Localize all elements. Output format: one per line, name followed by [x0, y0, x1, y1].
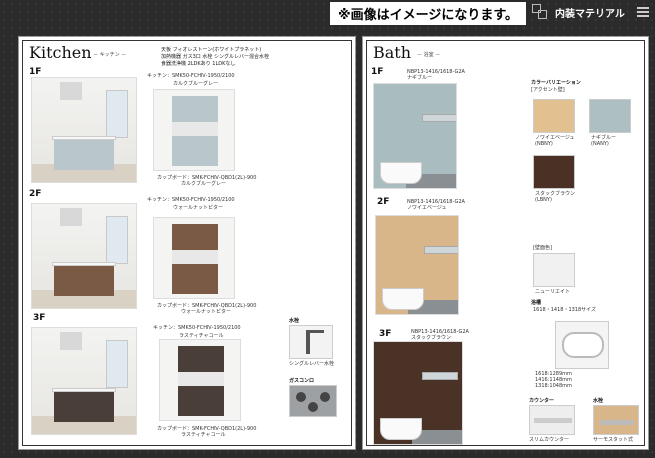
- kitchen-color: ウォールナットピター: [173, 205, 224, 211]
- stove-heading: ガスコンロ: [289, 378, 315, 384]
- bath-faucet-heading: 水栓: [593, 398, 604, 404]
- bath-faucet-caption: サーモスタット式: [593, 437, 634, 443]
- bath-floor-label: 3F: [379, 329, 392, 339]
- menu-icon[interactable]: [637, 7, 649, 19]
- kitchen-photo-1f: [31, 77, 137, 183]
- counter-photo: [529, 405, 575, 435]
- kitchen-title: Kitchen: [29, 43, 92, 62]
- cupboard-photo-1f: [153, 89, 235, 171]
- section-title: 内装マテリアル: [555, 9, 625, 20]
- bath-floor-label: 1F: [371, 67, 384, 77]
- top-bar: ※画像はイメージになります。 内装マテリアル: [0, 0, 655, 28]
- tub-heading: 浴槽: [531, 300, 542, 306]
- swatch-code: (LBNY): [535, 197, 552, 203]
- swatch-beige: [533, 99, 575, 133]
- bath-photo-3f: [373, 341, 463, 445]
- kitchen-subtitle: － キッチン －: [93, 52, 127, 58]
- bath-floor-label: 2F: [377, 197, 390, 207]
- bath-panel: Bath － 浴室 － 1F NBP13-1416/1618-G2A ナギブルー…: [362, 36, 649, 450]
- stove-photo: [289, 385, 337, 417]
- bath-photo-1f: [373, 83, 457, 189]
- swatch-label: ニューリエイト: [535, 289, 571, 295]
- swatch-white: [533, 253, 575, 287]
- faucet-photo: [289, 325, 333, 359]
- spec-line: 加熱機器 ガス3口 水栓 シングルレバー混合水栓: [161, 54, 269, 60]
- kitchen-photo-3f: [31, 327, 137, 435]
- kitchen-photo-2f: [31, 203, 137, 309]
- swatch-blue: [589, 99, 631, 133]
- spec-line: 天板 フィオレストーン(ホワイトプラネット): [161, 47, 262, 53]
- cupboard-color: カルクブルーグレー: [181, 181, 227, 187]
- spec-line: 食器洗浄機 2LDKあり 1LDKなし: [161, 61, 236, 67]
- kitchen-spec: 天板 フィオレストーン(ホワイトプラネット) 加熱機器 ガス3口 水栓 シングル…: [161, 47, 269, 68]
- logo-icon: [532, 4, 550, 22]
- swatch-code: (NBNY): [535, 141, 553, 147]
- kitchen-model: キッチン：SMK50-FCHⅣ-1950/2100: [153, 325, 241, 331]
- kitchen-floor-label: 1F: [29, 67, 42, 77]
- faucet-heading: 水栓: [289, 318, 300, 324]
- color-variation-heading: カラーバリエーション: [531, 80, 581, 86]
- faucet-caption: シングルレバー水栓: [289, 361, 335, 367]
- kitchen-floor-label: 3F: [33, 313, 46, 323]
- tub-sizes-label: 1618・1418・1318サイズ: [533, 307, 597, 313]
- swatch-brown: [533, 155, 575, 189]
- cupboard-photo-2f: [153, 217, 235, 299]
- kitchen-color: カルクブルーグレー: [173, 81, 219, 87]
- swatch-code: (NANY): [591, 141, 609, 147]
- cupboard-color: ラスティチャコール: [181, 432, 226, 438]
- bath-title: Bath: [373, 43, 412, 62]
- kitchen-panel: Kitchen － キッチン － 天板 フィオレストーン(ホワイトプラネット) …: [18, 36, 356, 450]
- cupboard-photo-3f: [159, 339, 241, 421]
- tub-size: 1318:1048mm: [535, 383, 572, 389]
- image-notice: ※画像はイメージになります。: [330, 2, 526, 25]
- kitchen-floor-label: 2F: [29, 189, 42, 199]
- bath-color: ノワイエベージュ: [407, 205, 447, 211]
- bath-subtitle: － 浴室 －: [417, 52, 441, 58]
- counter-heading: カウンター: [529, 398, 555, 404]
- main-wall-heading: [壁面色]: [533, 245, 552, 251]
- bath-color: ナギブルー: [407, 75, 433, 81]
- kitchen-model: キッチン：SMK50-FCHⅣ-1950/2100: [147, 197, 235, 203]
- bath-photo-2f: [375, 215, 459, 315]
- cupboard-color: ウォールナットピター: [181, 309, 232, 315]
- tub-photo: [555, 321, 609, 369]
- bath-faucet-photo: [593, 405, 639, 435]
- accent-panel-heading: [アクセント壁]: [531, 87, 565, 93]
- kitchen-model: キッチン：SMK50-FCHⅣ-1950/2100: [147, 73, 235, 79]
- counter-caption: スリムカウンター: [529, 437, 570, 443]
